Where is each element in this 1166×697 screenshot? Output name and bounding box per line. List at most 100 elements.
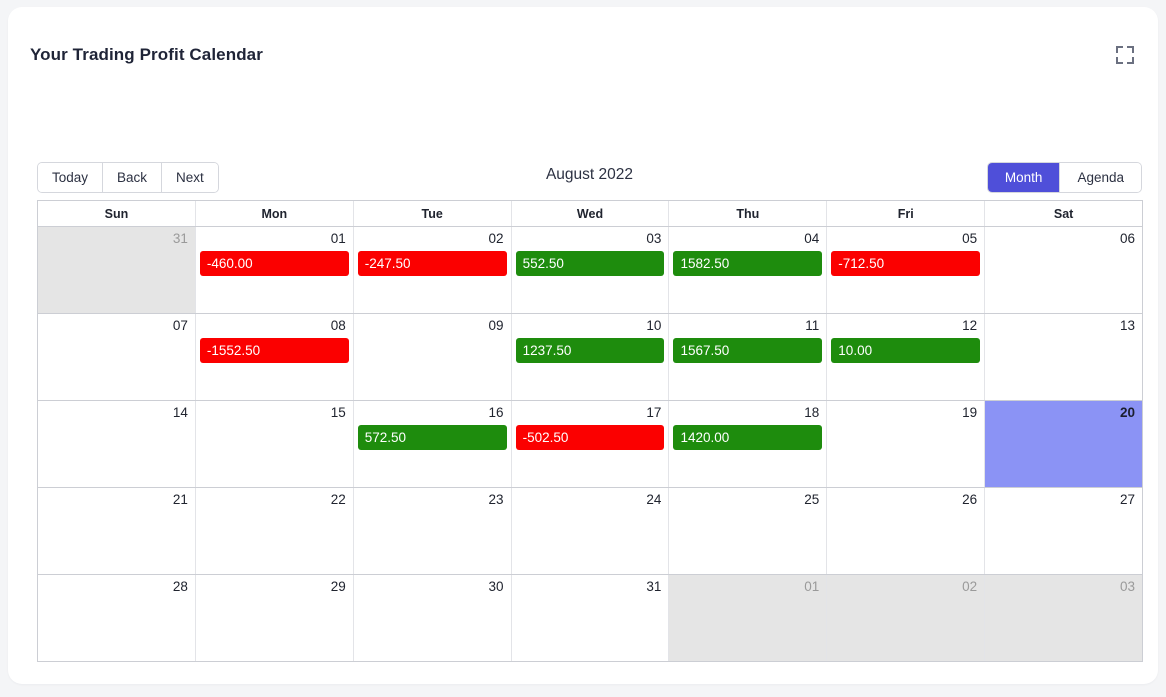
day-cell[interactable]: 27 bbox=[985, 488, 1143, 574]
loss-event[interactable]: -460.00 bbox=[199, 251, 349, 276]
week-rows: 31 01 -460.00 02 -247.50 03 552.50 04 1582.50 05 -… bbox=[38, 227, 1143, 662]
day-cell[interactable]: 11 1567.50 bbox=[669, 314, 828, 400]
weekday-header-sun: Sun bbox=[38, 201, 196, 226]
week-row: 14 15 16 572.50 17 -502.50 18 1420.00 19 20 bbox=[38, 401, 1143, 488]
loss-event[interactable]: -1552.50 bbox=[199, 338, 349, 363]
page-title: Your Trading Profit Calendar bbox=[30, 45, 263, 64]
weekday-header-row: Sun Mon Tue Wed Thu Fri Sat bbox=[38, 201, 1142, 227]
day-cell[interactable]: 28 bbox=[38, 575, 196, 661]
day-cell[interactable]: 13 bbox=[985, 314, 1143, 400]
day-cell[interactable]: 09 bbox=[353, 314, 512, 400]
day-cell[interactable]: 23 bbox=[353, 488, 512, 574]
tab-agenda[interactable]: Agenda bbox=[1060, 163, 1141, 192]
weekday-header-sat: Sat bbox=[1053, 206, 1074, 221]
profit-event[interactable]: 1567.50 bbox=[673, 338, 823, 363]
day-number: 09 bbox=[488, 318, 504, 333]
week-row: 31 01 -460.00 02 -247.50 03 552.50 04 1582.50 05 -… bbox=[38, 227, 1143, 314]
day-number: 26 bbox=[962, 492, 978, 507]
day-cell[interactable]: 26 bbox=[827, 488, 986, 574]
weekday-header-thu: Thu bbox=[669, 201, 828, 226]
day-cell[interactable]: 03 552.50 bbox=[511, 227, 670, 313]
day-cell[interactable]: 31 bbox=[511, 575, 670, 661]
day-cell[interactable]: 14 bbox=[38, 401, 196, 487]
day-number: 19 bbox=[962, 405, 978, 420]
loss-event[interactable]: -502.50 bbox=[515, 425, 665, 450]
calendar-card: Your Trading Profit Calendar Today Back … bbox=[8, 7, 1158, 684]
day-cell-today[interactable]: 20 bbox=[985, 401, 1143, 487]
day-cell[interactable]: 05 -712.50 bbox=[827, 227, 986, 313]
profit-event[interactable]: 10.00 bbox=[831, 338, 981, 363]
day-number: 21 bbox=[172, 492, 188, 507]
day-cell[interactable]: 16 572.50 bbox=[353, 401, 512, 487]
profit-event[interactable]: 1582.50 bbox=[673, 251, 823, 276]
day-cell[interactable]: 22 bbox=[195, 488, 354, 574]
day-cell[interactable]: 06 bbox=[985, 227, 1143, 313]
day-number: 03 bbox=[646, 231, 662, 246]
weekday-header-wed: Wed bbox=[512, 201, 670, 226]
day-cell[interactable]: 21 bbox=[38, 488, 196, 574]
day-cell[interactable]: 08 -1552.50 bbox=[195, 314, 354, 400]
day-number: 04 bbox=[804, 231, 820, 246]
day-cell[interactable]: 12 10.00 bbox=[827, 314, 986, 400]
weekday-header-tue: Tue bbox=[354, 201, 512, 226]
day-number: 30 bbox=[488, 579, 504, 594]
day-number: 03 bbox=[1119, 579, 1136, 594]
day-number: 20 bbox=[1119, 405, 1136, 420]
loss-event[interactable]: -712.50 bbox=[831, 251, 981, 276]
day-number: 02 bbox=[488, 231, 504, 246]
day-cell[interactable]: 04 1582.50 bbox=[669, 227, 828, 313]
day-number: 15 bbox=[330, 405, 346, 420]
day-cell[interactable]: 29 bbox=[195, 575, 354, 661]
app-root: Your Trading Profit Calendar Today Back … bbox=[0, 0, 1166, 697]
card-header: Your Trading Profit Calendar bbox=[30, 35, 1136, 79]
fullscreen-expand-icon[interactable] bbox=[1114, 44, 1136, 66]
month-grid: Sun Mon Tue Wed Thu Fri Sat 31 01 -460.00 0… bbox=[37, 200, 1143, 662]
day-number: 23 bbox=[488, 492, 504, 507]
day-cell[interactable]: 25 bbox=[669, 488, 828, 574]
day-cell[interactable]: 02 bbox=[827, 575, 986, 661]
day-cell[interactable]: 01 bbox=[669, 575, 828, 661]
day-number: 27 bbox=[1119, 492, 1136, 507]
day-cell[interactable]: 02 -247.50 bbox=[353, 227, 512, 313]
day-number: 12 bbox=[962, 318, 978, 333]
calendar-toolbar: Today Back Next August 2022 Month Agenda bbox=[37, 162, 1142, 193]
day-number: 02 bbox=[962, 579, 978, 594]
loss-event[interactable]: -247.50 bbox=[357, 251, 507, 276]
day-cell[interactable]: 18 1420.00 bbox=[669, 401, 828, 487]
day-cell[interactable]: 03 bbox=[985, 575, 1143, 661]
weekday-header-fri: Fri bbox=[827, 201, 986, 226]
day-number: 01 bbox=[804, 579, 820, 594]
profit-event[interactable]: 1237.50 bbox=[515, 338, 665, 363]
day-cell[interactable]: 24 bbox=[511, 488, 670, 574]
day-number: 13 bbox=[1119, 318, 1136, 333]
day-cell[interactable]: 01 -460.00 bbox=[195, 227, 354, 313]
weekday-header-mon: Mon bbox=[196, 201, 354, 226]
day-number: 18 bbox=[804, 405, 820, 420]
day-cell[interactable]: 10 1237.50 bbox=[511, 314, 670, 400]
current-month-label: August 2022 bbox=[545, 166, 634, 183]
day-cell[interactable]: 19 bbox=[827, 401, 986, 487]
day-number: 10 bbox=[646, 318, 662, 333]
week-row: 21 22 23 24 25 26 27 bbox=[38, 488, 1143, 575]
day-number: 31 bbox=[172, 231, 188, 246]
day-number: 06 bbox=[1119, 231, 1136, 246]
day-number: 17 bbox=[646, 405, 662, 420]
day-cell[interactable]: 30 bbox=[353, 575, 512, 661]
day-number: 07 bbox=[172, 318, 188, 333]
day-number: 25 bbox=[804, 492, 820, 507]
day-cell[interactable]: 15 bbox=[195, 401, 354, 487]
day-number: 22 bbox=[330, 492, 346, 507]
day-number: 01 bbox=[330, 231, 346, 246]
day-number: 14 bbox=[172, 405, 188, 420]
view-switcher: Month Agenda bbox=[986, 162, 1142, 193]
day-cell[interactable]: 31 bbox=[38, 227, 196, 313]
day-cell[interactable]: 07 bbox=[38, 314, 196, 400]
day-cell[interactable]: 17 -502.50 bbox=[511, 401, 670, 487]
day-number: 24 bbox=[646, 492, 662, 507]
tab-month[interactable]: Month bbox=[987, 163, 1061, 192]
profit-event[interactable]: 572.50 bbox=[357, 425, 507, 450]
day-number: 11 bbox=[805, 318, 820, 333]
profit-event[interactable]: 552.50 bbox=[515, 251, 665, 276]
profit-event[interactable]: 1420.00 bbox=[673, 425, 823, 450]
week-row: 07 08 -1552.50 09 10 1237.50 11 1567.50 12 10.00 1… bbox=[38, 314, 1143, 401]
